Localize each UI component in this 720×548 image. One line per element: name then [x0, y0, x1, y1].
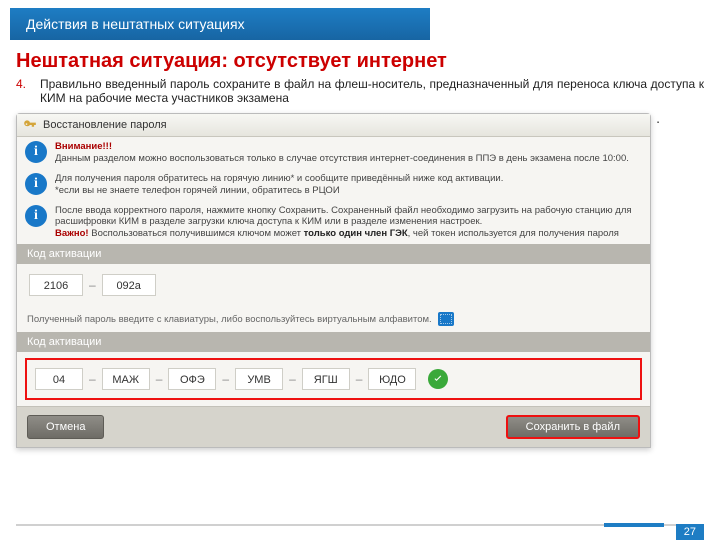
info3-line1: После ввода корректного пароля, нажмите …	[55, 205, 632, 228]
window-title: Восстановление пароля	[43, 119, 167, 131]
check-icon	[428, 369, 448, 389]
info3-line2: Воспользоваться получившимся ключом може…	[89, 228, 304, 239]
info-block-3: i После ввода корректного пароля, нажмит…	[17, 201, 650, 245]
info3-line2b: , чей токен используется для получения п…	[408, 228, 619, 239]
info-icon: i	[25, 173, 47, 195]
keyboard-icon[interactable]	[438, 312, 454, 326]
slide-header: Действия в нештатных ситуациях	[10, 8, 430, 40]
step-text: Правильно введенный пароль сохраните в ф…	[40, 77, 704, 105]
activation-code-row: 2106 – 092a	[17, 264, 650, 306]
slide-title: Нештатная ситуация: отсутствует интернет	[16, 50, 704, 73]
info1-title: Внимание!!!	[55, 141, 112, 152]
info3-prefix: Важно!	[55, 228, 89, 239]
info-block-2: i Для получения пароля обратитесь на гор…	[17, 169, 650, 201]
code-part-2: 092a	[102, 274, 156, 296]
code-part-1: 2106	[29, 274, 83, 296]
dialog-window: Восстановление пароля i Внимание!!! Данн…	[16, 113, 651, 448]
pw-part-6[interactable]: ЮДО	[368, 368, 416, 390]
window-titlebar[interactable]: Восстановление пароля	[17, 114, 650, 137]
pw-part-2[interactable]: МАЖ	[102, 368, 150, 390]
info-icon: i	[25, 141, 47, 163]
password-label: Код активации	[17, 332, 650, 352]
pw-part-5[interactable]: ЯГШ	[302, 368, 350, 390]
save-to-file-button[interactable]: Сохранить в файл	[506, 415, 640, 439]
activation-code-label: Код активации	[17, 244, 650, 264]
info1-body: Данным разделом можно воспользоваться то…	[55, 153, 629, 164]
button-bar: Отмена Сохранить в файл	[17, 406, 650, 447]
pw-part-3[interactable]: ОФЭ	[168, 368, 216, 390]
footer-line	[16, 524, 704, 526]
hint-text: Полученный пароль введите с клавиатуры, …	[27, 314, 432, 325]
instruction-row: 4. Правильно введенный пароль сохраните …	[16, 77, 704, 105]
step-number: 4.	[16, 77, 40, 105]
key-icon	[23, 118, 37, 132]
cancel-button[interactable]: Отмена	[27, 415, 104, 439]
info3-bold: только один член ГЭК	[304, 228, 408, 239]
pw-part-4[interactable]: УМВ	[235, 368, 283, 390]
page-number: 27	[676, 524, 704, 540]
info-icon: i	[25, 205, 47, 227]
info2-line2: *если вы не знаете телефон горячей линии…	[55, 185, 340, 196]
password-entry-highlight: 04– МАЖ– ОФЭ– УМВ– ЯГШ– ЮДО	[25, 358, 642, 400]
password-hint: Полученный пароль введите с клавиатуры, …	[17, 306, 650, 332]
footer: 27	[0, 524, 720, 542]
stray-dot: .	[656, 110, 660, 126]
info-block-1: i Внимание!!! Данным разделом можно восп…	[17, 137, 650, 169]
pw-part-1[interactable]: 04	[35, 368, 83, 390]
dash: –	[89, 278, 96, 292]
info2-line1: Для получения пароля обратитесь на горяч…	[55, 173, 503, 184]
